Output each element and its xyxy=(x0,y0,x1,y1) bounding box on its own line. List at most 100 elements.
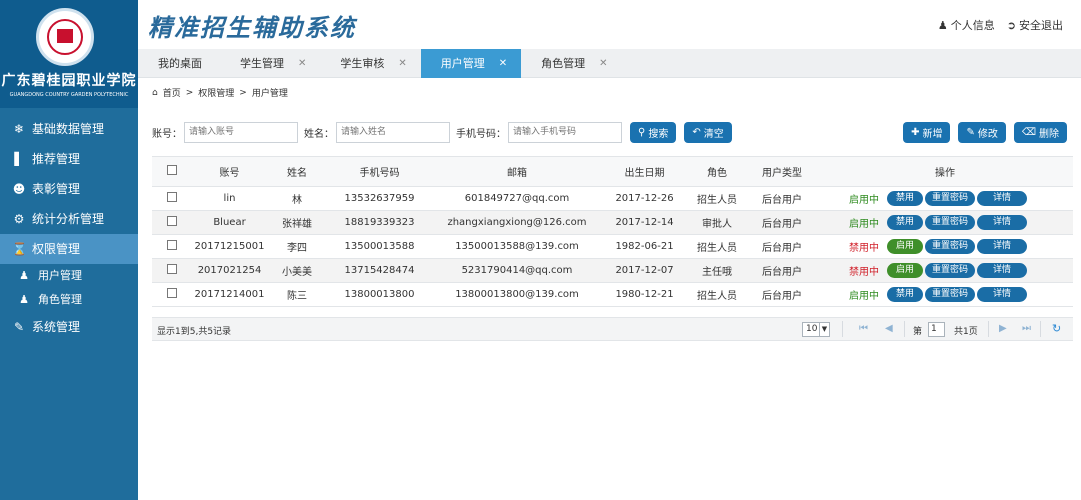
account-input[interactable] xyxy=(184,121,298,143)
sidebar-item-permissions[interactable]: ⌛ 权限管理 xyxy=(0,234,138,264)
sidebar-item-label: 权限管理 xyxy=(32,242,81,256)
page-input[interactable]: 1 xyxy=(928,322,945,337)
tab-student-manage[interactable]: 学生管理 ✕ xyxy=(220,49,320,78)
sidebar-item-statistics[interactable]: ⚙ 统计分析管理 xyxy=(0,204,138,234)
delete-button[interactable]: ⌫ 删除 xyxy=(1013,121,1067,143)
sidebar-item-basic-data[interactable]: ❄ 基础数据管理 xyxy=(0,114,138,144)
phone-label: 手机号码： xyxy=(456,128,506,140)
status-badge: 启用中 xyxy=(848,291,879,302)
reset-password-button[interactable]: 重置密码 xyxy=(924,239,975,254)
trash-icon: ⌫ xyxy=(1021,126,1036,138)
toggle-status-button[interactable]: 启用 xyxy=(886,239,923,254)
reset-password-button[interactable]: 重置密码 xyxy=(924,191,975,206)
user-icon: ♟ xyxy=(19,269,29,282)
detail-button[interactable]: 详情 xyxy=(976,287,1027,302)
cell-birth: 2017-12-14 xyxy=(602,210,687,235)
gear-icon: ⚙ xyxy=(13,212,25,226)
table-row: 2017021254 小美美 13715428474 5231790414@qq.co… xyxy=(152,258,1073,283)
breadcrumb-sep: > xyxy=(239,87,247,98)
sidebar-item-label: 系统管理 xyxy=(32,320,81,334)
sidebar-item-awards[interactable]: ☻ 表彰管理 xyxy=(0,174,138,204)
table-header: 账号 姓名 手机号码 邮箱 出生日期 角色 用户类型 操作 xyxy=(152,156,1073,187)
tab-user-manage[interactable]: 用户管理 ✕ xyxy=(420,49,522,78)
clear-button[interactable]: ↶ 清空 xyxy=(684,121,732,143)
phone-input[interactable] xyxy=(508,121,622,143)
sidebar-subitem-users[interactable]: ♟ 用户管理 xyxy=(0,264,138,288)
sidebar-subitem-roles[interactable]: ♟ 角色管理 xyxy=(0,288,138,312)
toggle-status-button[interactable]: 启用 xyxy=(886,263,923,278)
last-page-icon[interactable]: ⏭ xyxy=(1022,323,1031,334)
sidebar-item-recommend[interactable]: ▌ 推荐管理 xyxy=(0,144,138,174)
select-all-checkbox[interactable] xyxy=(167,165,177,175)
refresh-icon[interactable]: ↻ xyxy=(1052,322,1061,335)
close-icon[interactable]: ✕ xyxy=(499,49,507,78)
close-icon[interactable]: ✕ xyxy=(298,49,306,78)
col-actions: 操作 xyxy=(817,156,1073,187)
toggle-status-button[interactable]: 禁用 xyxy=(886,287,923,302)
close-icon[interactable]: ✕ xyxy=(398,49,406,78)
page-size-select[interactable]: 10 ▼ xyxy=(802,322,830,337)
detail-button[interactable]: 详情 xyxy=(976,239,1027,254)
home-icon: ⌂ xyxy=(152,87,158,98)
edit-button[interactable]: ✎ 修改 xyxy=(958,121,1006,143)
row-checkbox[interactable] xyxy=(167,240,177,250)
detail-button[interactable]: 详情 xyxy=(976,191,1027,206)
cell-birth: 1982-06-21 xyxy=(602,234,687,259)
cell-name: 陈三 xyxy=(267,282,327,307)
cell-role: 主任哦 xyxy=(687,258,747,283)
cell-account: lin xyxy=(192,186,267,211)
reset-password-button[interactable]: 重置密码 xyxy=(924,215,975,230)
add-button[interactable]: ✚ 新增 xyxy=(903,121,951,143)
search-button[interactable]: ⚲ 搜索 xyxy=(630,121,677,143)
row-checkbox[interactable] xyxy=(167,264,177,274)
breadcrumb-home[interactable]: 首页 xyxy=(163,86,181,99)
breadcrumb-permissions[interactable]: 权限管理 xyxy=(198,86,234,99)
col-account: 账号 xyxy=(192,156,267,187)
cell-role: 招生人员 xyxy=(687,282,747,307)
first-page-icon[interactable]: ⏮ xyxy=(859,323,868,334)
profile-link[interactable]: ♟ 个人信息 xyxy=(938,17,995,33)
logo: 广东碧桂园职业学院 GUANGDONG COUNTRY GARDEN POLYT… xyxy=(0,0,138,108)
sidebar-item-label: 基础数据管理 xyxy=(32,122,105,136)
row-checkbox[interactable] xyxy=(167,288,177,298)
user-icon: ♟ xyxy=(937,18,948,32)
col-email: 邮箱 xyxy=(432,156,602,187)
name-input[interactable] xyxy=(336,121,450,143)
row-checkbox[interactable] xyxy=(167,192,177,202)
detail-button[interactable]: 详情 xyxy=(976,263,1027,278)
tab-desktop[interactable]: 我的桌面 xyxy=(138,49,220,78)
status-badge: 禁用中 xyxy=(848,243,879,254)
sidebar-item-label: 表彰管理 xyxy=(32,182,81,196)
close-icon[interactable]: ✕ xyxy=(599,49,607,78)
cell-account: 20171215001 xyxy=(192,234,267,259)
sidebar-nav: ❄ 基础数据管理 ▌ 推荐管理 ☻ 表彰管理 ⚙ 统计分析管理 ⌛ 权限管理 ♟… xyxy=(0,114,138,342)
tab-role-manage[interactable]: 角色管理 ✕ xyxy=(521,49,621,78)
table-row: 20171215001 李四 13500013588 13500013588@139.… xyxy=(152,234,1073,259)
logo-cn: 广东碧桂园职业学院 xyxy=(1,73,137,89)
globe-icon: ❄ xyxy=(13,122,25,136)
breadcrumb: ⌂ 首页 > 权限管理 > 用户管理 xyxy=(152,86,288,100)
reset-password-button[interactable]: 重置密码 xyxy=(924,287,975,302)
next-page-icon[interactable]: ▶ xyxy=(999,323,1007,334)
sidebar: 广东碧桂园职业学院 GUANGDONG COUNTRY GARDEN POLYT… xyxy=(0,0,138,500)
detail-button[interactable]: 详情 xyxy=(976,215,1027,230)
cell-birth: 2017-12-07 xyxy=(602,258,687,283)
cell-email: 13500013588@139.com xyxy=(432,234,602,259)
logout-link[interactable]: ➲ 安全退出 xyxy=(1007,17,1063,33)
undo-icon: ↶ xyxy=(692,126,701,138)
status-badge: 禁用中 xyxy=(848,267,879,278)
sidebar-item-label: 统计分析管理 xyxy=(32,212,105,226)
toggle-status-button[interactable]: 禁用 xyxy=(886,191,923,206)
cell-role: 审批人 xyxy=(687,210,747,235)
cell-phone: 13532637959 xyxy=(327,186,432,211)
toggle-status-button[interactable]: 禁用 xyxy=(886,215,923,230)
sidebar-item-system[interactable]: ✎ 系统管理 xyxy=(0,312,138,342)
row-checkbox[interactable] xyxy=(167,216,177,226)
reset-password-button[interactable]: 重置密码 xyxy=(924,263,975,278)
cell-name: 小美美 xyxy=(267,258,327,283)
pager-info: 显示1到5,共5记录 xyxy=(157,327,232,337)
prev-page-icon[interactable]: ◀ xyxy=(885,323,893,334)
col-phone: 手机号码 xyxy=(327,156,432,187)
tab-bar: 我的桌面 学生管理 ✕ 学生审核 ✕ 用户管理 ✕ 角色管理 ✕ xyxy=(138,49,1081,78)
tab-student-review[interactable]: 学生审核 ✕ xyxy=(320,49,420,78)
